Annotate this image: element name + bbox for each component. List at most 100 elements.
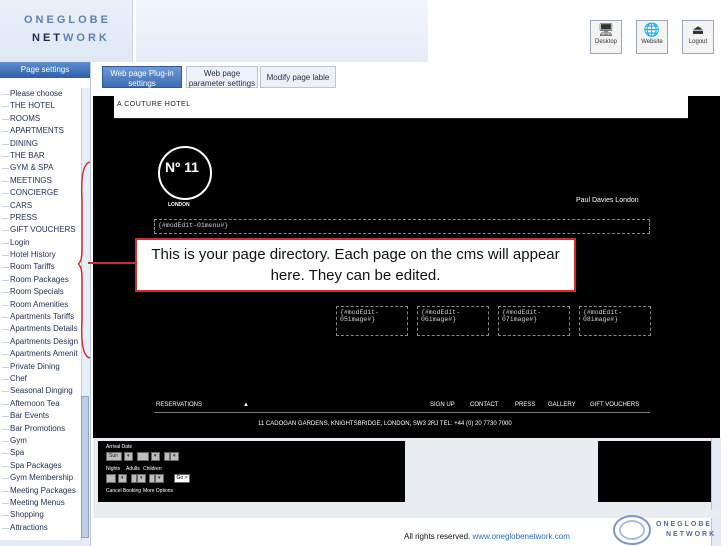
sidebar-item[interactable]: Apartments Design xyxy=(2,336,80,348)
arrival-day-dropdown[interactable]: ▾ xyxy=(124,452,133,461)
sidebar-item[interactable]: Apartments Details xyxy=(2,323,80,335)
sidebar-hscrollbar[interactable] xyxy=(0,540,90,546)
nav-gift-vouchers[interactable]: GIFT VOUCHERS xyxy=(590,402,639,408)
tab-plugin-settings[interactable]: Web page Plug-in settings xyxy=(102,66,182,88)
cancel-booking-link[interactable]: Cancel Booking xyxy=(106,488,141,494)
sidebar-item[interactable]: Room Specials xyxy=(2,286,80,298)
sidebar-item[interactable]: THE BAR xyxy=(2,150,80,162)
sidebar-item[interactable]: APARTMENTS xyxy=(2,125,80,137)
sidebar-item[interactable]: Shopping xyxy=(2,509,80,521)
arrival-day-select[interactable]: Sun xyxy=(106,452,122,461)
globe-icon: 🌐 xyxy=(643,22,661,37)
adults-label: Adults xyxy=(126,466,140,472)
tab-parameter-settings[interactable]: Web page parameter settings xyxy=(186,66,258,88)
website-button[interactable]: 🌐 Website xyxy=(636,20,668,54)
copyright: All rights reserved. www.oneglobenetwork… xyxy=(404,532,570,541)
sidebar-item[interactable]: Gym xyxy=(2,435,80,447)
nights-select[interactable] xyxy=(106,474,116,483)
website-label: Website xyxy=(641,39,663,45)
sidebar-item[interactable]: Meeting Packages xyxy=(2,485,80,497)
sidebar-item[interactable]: MEETINGS xyxy=(2,175,80,187)
sidebar-item[interactable]: Spa xyxy=(2,447,80,459)
sidebar-title: Page settings xyxy=(0,62,90,78)
preview-bottom-right xyxy=(598,441,720,502)
sidebar-item[interactable]: Afternoon Tea xyxy=(2,398,80,410)
header-band xyxy=(136,0,428,62)
sidebar-item[interactable]: Hotel History xyxy=(2,249,80,261)
footer-logo-line1: ONEGLOBE xyxy=(656,521,713,528)
brand-name: Paul Davies London xyxy=(576,197,639,204)
logo-line2: NETWORK xyxy=(32,32,110,44)
children-dropdown[interactable]: ▾ xyxy=(155,474,164,483)
logo-line1: ONEGLOBE xyxy=(24,14,111,26)
preview-top-strip xyxy=(114,96,688,119)
image-placeholder-07[interactable]: {#modEdit-07image#} xyxy=(498,306,570,336)
arrival-month-dropdown[interactable]: ▾ xyxy=(151,452,160,461)
sidebar-item[interactable]: Chef xyxy=(2,373,80,385)
arrival-month-select[interactable] xyxy=(137,452,149,461)
desktop-button[interactable]: 🖥 Desktop xyxy=(590,20,622,54)
sidebar-item[interactable]: GYM & SPA xyxy=(2,162,80,174)
nav-contact[interactable]: CONTACT xyxy=(470,402,499,408)
adults-dropdown[interactable]: ▾ xyxy=(137,474,146,483)
sidebar-item[interactable]: Room Packages xyxy=(2,274,80,286)
sidebar-item[interactable]: Spa Packages xyxy=(2,460,80,472)
sidebar-item[interactable]: Apartments Amenit xyxy=(2,348,80,360)
sidebar-item[interactable]: CONCIERGE xyxy=(2,187,80,199)
directory-bracket xyxy=(78,161,91,359)
footer-logo xyxy=(613,515,651,545)
logout-label: Logout xyxy=(688,39,708,45)
sidebar-item[interactable]: Bar Promotions xyxy=(2,423,80,435)
sidebar-item[interactable]: ROOMS xyxy=(2,113,80,125)
more-options-link[interactable]: More Options xyxy=(143,488,173,494)
nav-gallery[interactable]: GALLERY xyxy=(548,402,576,408)
page-directory: Please chooseTHE HOTELROOMSAPARTMENTSDIN… xyxy=(2,88,80,540)
up-arrow-icon: ▲ xyxy=(243,402,249,408)
sidebar-item[interactable]: Gym Membership xyxy=(2,472,80,484)
nights-label: Nights xyxy=(106,466,121,472)
logout-button[interactable]: ⏏ Logout xyxy=(682,20,714,54)
sidebar-item[interactable]: Bar Events xyxy=(2,410,80,422)
arrival-year-dropdown[interactable]: ▾ xyxy=(170,452,179,461)
preview-nav xyxy=(154,398,650,413)
logo: ONEGLOBE NETWORK xyxy=(0,0,133,62)
desktop-label: Desktop xyxy=(594,39,617,45)
logout-icon: ⏏ xyxy=(691,22,705,37)
image-placeholder-08[interactable]: {#modEdit-08image#} xyxy=(579,306,651,336)
sidebar-item[interactable]: Apartments Tariffs xyxy=(2,311,80,323)
go-button[interactable]: Go > xyxy=(174,474,190,483)
sidebar-item[interactable]: DINING xyxy=(2,138,80,150)
nav-reservations[interactable]: RESERVATIONS xyxy=(156,402,202,408)
sidebar-item[interactable]: Login xyxy=(2,237,80,249)
nights-dropdown[interactable]: ▾ xyxy=(118,474,127,483)
sidebar-item[interactable]: GIFT VOUCHERS xyxy=(2,224,80,236)
sidebar-item[interactable]: THE HOTEL xyxy=(2,100,80,112)
desktop-icon: 🖥 xyxy=(597,22,615,37)
sidebar-item[interactable]: Meeting Menus xyxy=(2,497,80,509)
footer-logo-line2: NETWORK xyxy=(666,531,717,538)
sidebar-item[interactable]: Room Tariffs xyxy=(2,261,80,273)
image-placeholder-06[interactable]: {#modEdit-06image#} xyxy=(417,306,489,336)
callout-pointer xyxy=(88,262,136,264)
nav-sign-up[interactable]: SIGN UP xyxy=(430,402,455,408)
sidebar-item[interactable]: PRESS xyxy=(2,212,80,224)
children-label: Children xyxy=(143,466,162,472)
image-placeholder-05[interactable]: {#modEdit-05image#} xyxy=(336,306,408,336)
preview-tagline: A COUTURE HOTEL xyxy=(117,101,191,108)
hotel-city: LONDON xyxy=(168,202,190,208)
sidebar-item[interactable]: Please choose xyxy=(2,88,80,100)
sidebar-item[interactable]: CARS xyxy=(2,200,80,212)
arrival-label: Arrival Date xyxy=(106,444,133,450)
sidebar-item[interactable]: Room Amenities xyxy=(2,299,80,311)
hotel-address: 11 CADOGAN GARDENS, KNIGHTSBRIDGE, LONDO… xyxy=(258,421,512,427)
sidebar-scroll-thumb[interactable] xyxy=(81,396,89,538)
menu-placeholder[interactable]: {#modEdit-01menu#} xyxy=(154,219,650,234)
hotel-number: Nº 11 xyxy=(165,159,199,175)
tab-modify-label[interactable]: Modify page lable xyxy=(260,66,336,88)
sidebar-item[interactable]: Private Dining xyxy=(2,361,80,373)
sidebar-item[interactable]: Attractions xyxy=(2,522,80,534)
website-link[interactable]: www.oneglobenetwork.com xyxy=(472,532,569,541)
sidebar-item[interactable]: Seasonal Dinging xyxy=(2,385,80,397)
nav-press[interactable]: PRESS xyxy=(515,402,535,408)
help-callout: This is your page directory. Each page o… xyxy=(135,238,576,292)
